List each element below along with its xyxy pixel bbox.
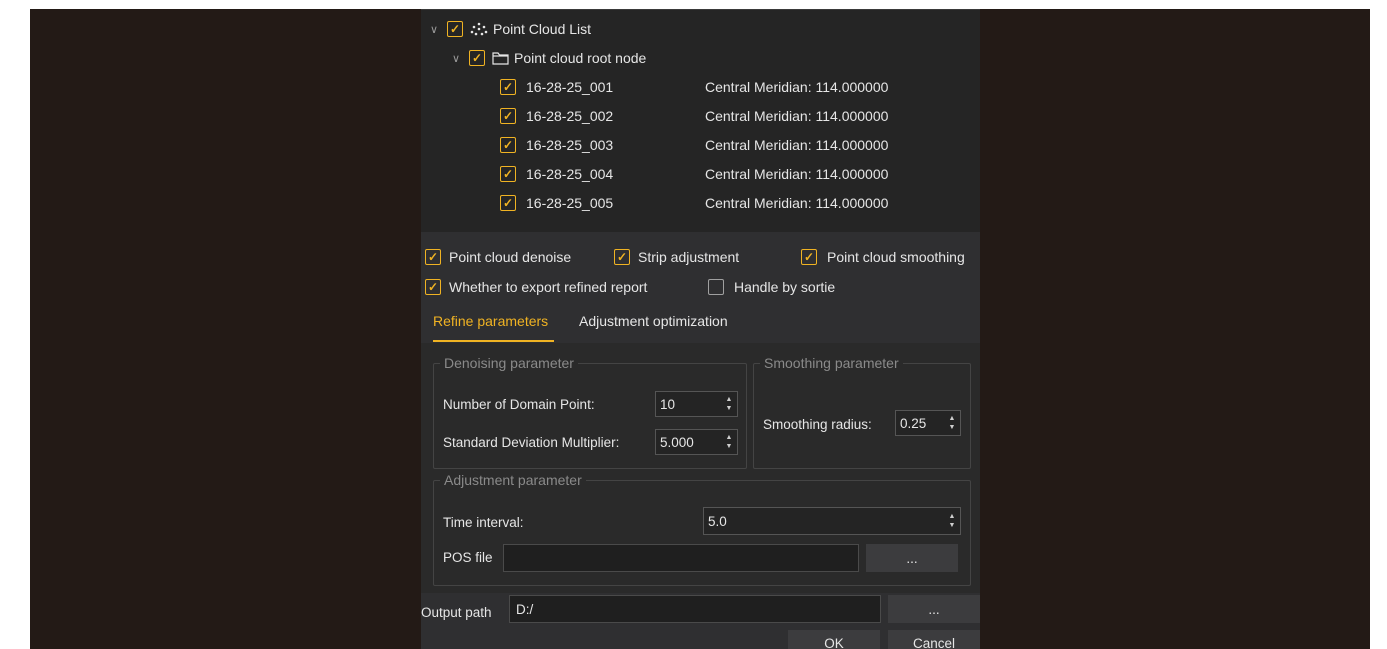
pos-file-input[interactable] [503,544,859,572]
node-checkbox[interactable]: ✓ [469,50,485,66]
folder-icon [492,51,509,65]
std-dev-value: 5.000 [660,434,694,450]
smoothing-checkbox[interactable]: ✓ [801,249,817,265]
smoothing-radius-label: Smoothing radius: [763,417,872,432]
smoothing-label: Point cloud smoothing [827,249,965,265]
list-item[interactable]: ✓ 16-28-25_003 Central Meridian: 114.000… [500,134,970,156]
stepper-arrows-icon[interactable]: ▲ ▼ [948,414,956,432]
strip-adjustment-option[interactable]: ✓ Strip adjustment [614,247,739,267]
tab-bar: Refine parameters Adjustment optimizatio… [421,307,980,343]
output-path-browse-button[interactable]: ... [888,595,980,623]
std-dev-stepper[interactable]: 5.000 ▲ ▼ [655,429,738,455]
smoothing-radius-stepper[interactable]: 0.25 ▲ ▼ [895,410,961,436]
item-meta: Central Meridian: 114.000000 [705,166,889,182]
ok-button[interactable]: OK [788,630,880,649]
item-checkbox[interactable]: ✓ [500,79,516,95]
item-name: 16-28-25_004 [526,166,614,182]
item-checkbox[interactable]: ✓ [500,166,516,182]
pos-file-browse-button[interactable]: ... [866,544,958,572]
smoothing-group-title: Smoothing parameter [764,355,899,371]
stepper-arrows-icon[interactable]: ▲ ▼ [948,512,956,530]
adjustment-group-title: Adjustment parameter [444,472,582,488]
item-checkbox[interactable]: ✓ [500,108,516,124]
denoise-option[interactable]: ✓ Point cloud denoise [425,247,571,267]
stepper-arrows-icon[interactable]: ▲ ▼ [725,433,733,451]
item-checkbox[interactable]: ✓ [500,137,516,153]
time-interval-stepper[interactable]: 5.0 ▲ ▼ [703,507,961,535]
item-meta: Central Meridian: 114.000000 [705,195,889,211]
tree-node-row[interactable]: ∨ ✓ Point cloud root node [451,47,646,69]
item-meta: Central Meridian: 114.000000 [705,137,889,153]
chevron-down-icon[interactable]: ∨ [451,53,461,65]
root-checkbox[interactable]: ✓ [447,21,463,37]
domain-point-label: Number of Domain Point: [443,397,595,412]
output-path-label: Output path [421,605,492,620]
point-cloud-icon [470,22,488,36]
item-meta: Central Meridian: 114.000000 [705,79,889,95]
pos-file-label: POS file [443,550,493,565]
point-cloud-tree: ∨ ✓ Point Cloud List ∨ ✓ Point cloud roo… [421,9,980,232]
stepper-arrows-icon[interactable]: ▲ ▼ [725,395,733,413]
item-name: 16-28-25_003 [526,137,614,153]
denoising-group-title: Denoising parameter [444,355,574,371]
item-name: 16-28-25_005 [526,195,614,211]
std-dev-label: Standard Deviation Multiplier: [443,435,620,450]
item-meta: Central Meridian: 114.000000 [705,108,889,124]
smoothing-radius-value: 0.25 [900,415,927,431]
item-name: 16-28-25_001 [526,79,614,95]
tree-root-row[interactable]: ∨ ✓ Point Cloud List [429,18,591,40]
domain-point-stepper[interactable]: 10 ▲ ▼ [655,391,738,417]
strip-adjustment-label: Strip adjustment [638,249,740,265]
list-item[interactable]: ✓ 16-28-25_002 Central Meridian: 114.000… [500,105,970,127]
root-label: Point Cloud List [493,21,592,37]
sortie-label: Handle by sortie [734,279,836,295]
active-tab-indicator [433,340,554,342]
denoise-checkbox[interactable]: ✓ [425,249,441,265]
tab-adjustment-optimization[interactable]: Adjustment optimization [579,313,728,329]
node-label: Point cloud root node [514,50,647,66]
chevron-down-icon[interactable]: ∨ [429,24,439,36]
list-item[interactable]: ✓ 16-28-25_005 Central Meridian: 114.000… [500,192,970,214]
list-item[interactable]: ✓ 16-28-25_004 Central Meridian: 114.000… [500,163,970,185]
sortie-option[interactable]: ✓ Handle by sortie [708,277,835,297]
smoothing-option[interactable]: ✓ Point cloud smoothing [801,247,965,267]
export-report-label: Whether to export refined report [449,279,648,295]
list-item[interactable]: ✓ 16-28-25_001 Central Meridian: 114.000… [500,76,970,98]
strip-adjustment-checkbox[interactable]: ✓ [614,249,630,265]
time-interval-value: 5.0 [708,513,727,529]
export-report-checkbox[interactable]: ✓ [425,279,441,295]
domain-point-value: 10 [660,396,676,412]
item-checkbox[interactable]: ✓ [500,195,516,211]
tab-refine-parameters[interactable]: Refine parameters [433,313,548,329]
point-cloud-refine-dialog: ∨ ✓ Point Cloud List ∨ ✓ Point cloud roo… [421,9,980,649]
time-interval-label: Time interval: [443,515,524,530]
refine-parameters-panel: Denoising parameter Number of Domain Poi… [421,343,980,593]
item-name: 16-28-25_002 [526,108,614,124]
cancel-button[interactable]: Cancel [888,630,980,649]
output-path-input[interactable]: D:/ [509,595,881,623]
export-report-option[interactable]: ✓ Whether to export refined report [425,277,647,297]
denoise-label: Point cloud denoise [449,249,572,265]
sortie-checkbox[interactable]: ✓ [708,279,724,295]
